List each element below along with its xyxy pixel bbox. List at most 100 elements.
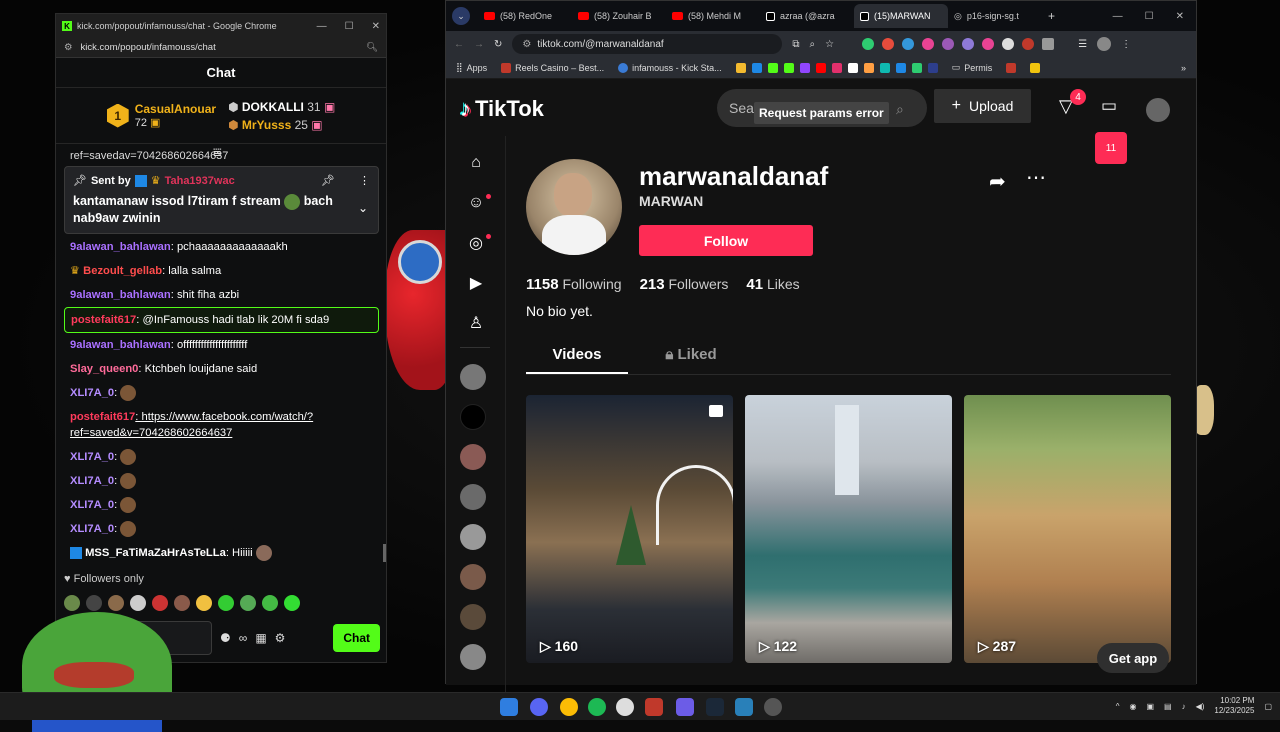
site-info-icon[interactable]: ⚙ bbox=[64, 42, 73, 53]
more-options-icon[interactable]: ⋯ bbox=[1026, 165, 1046, 190]
profile-avatar-icon[interactable] bbox=[1097, 37, 1112, 51]
chat-link[interactable]: : https://www.facebook.com/watch/? bbox=[135, 411, 313, 423]
browser-tab-active[interactable]: (15)MARWAN bbox=[854, 4, 948, 28]
forward-icon[interactable]: → bbox=[474, 39, 484, 50]
instagram-icon[interactable] bbox=[831, 62, 842, 73]
emote-button[interactable] bbox=[174, 595, 190, 611]
chat-username[interactable]: Slay_queen0 bbox=[70, 363, 138, 375]
tab-videos[interactable]: Videos bbox=[526, 343, 628, 374]
chat-message[interactable]: ♛ Bezoult_gellab: lalla salma bbox=[64, 259, 379, 283]
profile-avatar[interactable] bbox=[1146, 98, 1170, 122]
chat-message[interactable]: 9alawan_bahlawan: offfffffffffffffffffff… bbox=[64, 333, 379, 357]
chat-message[interactable]: 9alawan_bahlawan: pchaaaaaaaaaaaaakh bbox=[64, 239, 379, 259]
infinity-icon[interactable]: ∞ bbox=[239, 631, 248, 645]
explore-icon[interactable]: ◎ bbox=[465, 232, 487, 254]
following-icon[interactable]: ☺ bbox=[465, 192, 487, 214]
bookmark-icon[interactable] bbox=[927, 62, 938, 73]
emote-button[interactable] bbox=[284, 595, 300, 611]
extension-icon[interactable] bbox=[982, 38, 995, 50]
chat-username[interactable]: 9alawan_bahlawan bbox=[70, 241, 171, 253]
maximize-icon[interactable]: ☐ bbox=[1145, 11, 1154, 22]
bookmark-star-icon[interactable]: ☆ bbox=[825, 39, 834, 50]
nvidia-tray-icon[interactable]: ▣ bbox=[1146, 702, 1154, 711]
discord-tray-icon[interactable]: ◉ bbox=[1129, 702, 1136, 711]
app-icon[interactable] bbox=[676, 698, 694, 716]
chat-username[interactable]: XLI7A_0 bbox=[70, 499, 114, 511]
more-options-icon[interactable]: ⋮ bbox=[359, 174, 370, 187]
bookmark-icon[interactable] bbox=[751, 62, 762, 73]
tiktok-logo[interactable]: ♪ TikTok bbox=[460, 96, 544, 122]
zoom-icon[interactable]: 🔍︎ bbox=[366, 42, 378, 53]
chat-scrollbar[interactable] bbox=[383, 544, 386, 562]
video-thumbnail[interactable]: ▷ 287 bbox=[964, 395, 1171, 663]
live-icon[interactable]: ▶ bbox=[465, 272, 487, 294]
bookmark-icon[interactable] bbox=[863, 62, 874, 73]
chat-message[interactable]: Slay_queen0: Ktchbeh louijdane said bbox=[64, 357, 379, 381]
home-icon[interactable]: ⌂ bbox=[465, 152, 487, 174]
extension-icon[interactable] bbox=[962, 38, 975, 50]
chat-username[interactable]: 9alawan_bahlawan bbox=[70, 289, 171, 301]
followed-account-avatar[interactable] bbox=[460, 604, 486, 630]
bookmark-item[interactable]: infamouss - Kick Sta... bbox=[618, 62, 722, 73]
more-bookmarks-icon[interactable]: » bbox=[1181, 63, 1186, 73]
browser-tab[interactable]: (58) Zouhair B bbox=[572, 4, 666, 28]
tab-search-icon[interactable]: ⌄ bbox=[452, 7, 470, 25]
browser-tab[interactable]: azraa (@azra bbox=[760, 4, 854, 28]
bookmark-item[interactable]: Reels Casino – Best... bbox=[501, 62, 604, 73]
chat-message[interactable]: postefait617: https://www.facebook.com/w… bbox=[64, 405, 379, 445]
unpin-icon[interactable]: 📌︎ bbox=[321, 174, 335, 187]
app-icon[interactable] bbox=[645, 698, 663, 716]
zoom-icon[interactable]: ⌕ bbox=[810, 39, 816, 50]
steam-icon[interactable] bbox=[706, 698, 724, 716]
extensions-puzzle-icon[interactable] bbox=[1042, 38, 1055, 50]
settings-icon[interactable]: ⚙ bbox=[275, 631, 286, 645]
youtube-icon[interactable] bbox=[815, 62, 826, 73]
extension-icon[interactable] bbox=[942, 38, 955, 50]
start-icon[interactable] bbox=[500, 698, 518, 716]
binance-icon[interactable] bbox=[735, 62, 746, 73]
upload-button[interactable]: + Upload bbox=[934, 89, 1031, 123]
video-thumbnail[interactable]: ▷ 160 bbox=[526, 395, 733, 663]
followed-account-avatar[interactable] bbox=[460, 524, 486, 550]
chat-message[interactable]: XLI7A_0: bbox=[64, 381, 379, 405]
messages-icon[interactable]: ▭ bbox=[1101, 96, 1117, 116]
emote-button[interactable] bbox=[240, 595, 256, 611]
chat-message[interactable]: 9alawan_bahlawan: shit fiha azbi bbox=[64, 283, 379, 307]
chat-message[interactable]: XLI7A_0: bbox=[64, 517, 379, 541]
emote-button[interactable] bbox=[152, 595, 168, 611]
leaderboard-second[interactable]: ⬢ DOKKALLI 31 ▣ bbox=[228, 98, 335, 116]
microphone-icon[interactable]: ♪ bbox=[1182, 702, 1186, 711]
chat-message[interactable]: XLI7A_0: bbox=[64, 469, 379, 493]
discord-icon[interactable] bbox=[530, 698, 548, 716]
chat-username[interactable]: postefait617 bbox=[71, 314, 136, 326]
bookmark-folder[interactable]: ▭ Permis bbox=[952, 62, 993, 73]
close-icon[interactable]: ✕ bbox=[372, 21, 380, 32]
browser-tab[interactable]: ◎ p16-sign-sg.t bbox=[948, 4, 1042, 28]
chat-username[interactable]: MSS_FaTiMaZaHrAsTeLLa bbox=[85, 547, 226, 559]
install-icon[interactable]: ⧉ bbox=[792, 39, 799, 50]
emote-button[interactable] bbox=[108, 595, 124, 611]
chat-message-highlighted[interactable]: postefait617: @InFamouss hadi tlab lik 2… bbox=[64, 307, 379, 333]
site-info-icon[interactable]: ⚙ bbox=[522, 39, 531, 50]
store-icon[interactable]: ▦ bbox=[255, 631, 266, 645]
leaderboard-third[interactable]: ⬢ MrYusss 25 ▣ bbox=[228, 116, 335, 134]
chat-username[interactable]: XLI7A_0 bbox=[70, 523, 114, 535]
chat-username[interactable]: XLI7A_0 bbox=[70, 451, 114, 463]
app-icon[interactable] bbox=[735, 698, 753, 716]
show-hidden-icons[interactable]: ^ bbox=[1116, 702, 1120, 711]
chat-username[interactable]: XLI7A_0 bbox=[70, 475, 114, 487]
following-stat[interactable]: 1158 Following bbox=[526, 276, 622, 293]
close-icon[interactable]: ✕ bbox=[1176, 11, 1184, 22]
chat-username[interactable]: postefait617 bbox=[70, 411, 135, 423]
minimize-icon[interactable]: — bbox=[1113, 11, 1123, 22]
profile-icon[interactable]: ♙ bbox=[465, 312, 487, 334]
browser-tab[interactable]: (58) RedOne bbox=[478, 4, 572, 28]
extension-icon[interactable] bbox=[882, 38, 895, 50]
emote-button[interactable] bbox=[262, 595, 278, 611]
emote-button[interactable] bbox=[218, 595, 234, 611]
kick-icon[interactable] bbox=[767, 62, 778, 73]
twitch-icon[interactable] bbox=[799, 62, 810, 73]
followed-account-avatar[interactable] bbox=[460, 444, 486, 470]
pinned-message[interactable]: 📌︎ Sent by ♛ Taha1937wac 📌︎ ⋮ kantamanaw… bbox=[64, 166, 379, 234]
followers-stat[interactable]: 213 Followers bbox=[640, 276, 729, 293]
